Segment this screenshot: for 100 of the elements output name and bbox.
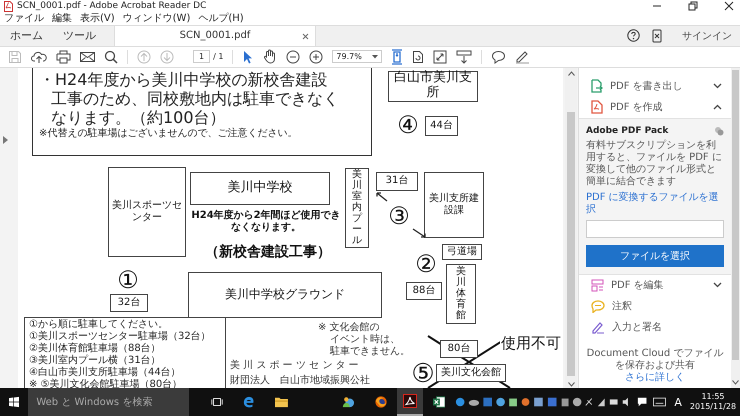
search-field[interactable]: Web と Windows を検索 (28, 388, 189, 416)
comment-icon[interactable] (491, 50, 506, 64)
windows-logo-icon[interactable] (9, 396, 20, 408)
menu-item[interactable]: 表示(V) (80, 12, 115, 25)
tool-item[interactable]: 注釈 (579, 296, 731, 317)
menu-item[interactable]: 編集 (52, 12, 72, 25)
layout-icon (591, 278, 604, 292)
notice-line: なります。（約100台） (50, 108, 227, 127)
learn-more-link[interactable]: さらに詳しく (625, 372, 685, 384)
fit-page-icon[interactable] (391, 48, 404, 65)
organizer-text: 美 川 ス ポ ー ツ セ ン タ ー (230, 358, 360, 373)
page-total: / 1 (213, 52, 224, 62)
caret-up-icon[interactable] (568, 70, 574, 76)
arrow-icon (412, 228, 426, 238)
notification-icon[interactable] (637, 396, 648, 408)
select-file-button[interactable]: ファイルを選択 (586, 244, 724, 267)
event-note-line: ※ 文化会館の (318, 322, 381, 334)
map-label: 弓道場 (442, 244, 482, 260)
map-text: （新校舎建設工事） (204, 242, 332, 262)
folder-icon[interactable] (274, 396, 288, 408)
help-icon[interactable] (627, 29, 640, 42)
export-file-icon (591, 79, 603, 94)
event-note-line: 駐車できません。 (328, 346, 410, 358)
map-label: 44台 (425, 116, 458, 136)
page-number-field[interactable]: 1 (193, 50, 210, 64)
search-icon[interactable] (104, 50, 118, 64)
map-label: 白山市美川支所 (388, 70, 478, 102)
people-globe-icon[interactable] (342, 395, 355, 409)
organizer-text: 財団法人 白山市地域振興公社 (230, 374, 370, 388)
file-input-field[interactable] (586, 220, 724, 238)
zoom-out-icon[interactable] (286, 50, 300, 64)
file-select-link[interactable]: PDF に変換するファイルを選択 (586, 192, 724, 216)
caret-down-icon[interactable] (732, 380, 739, 385)
restore-icon[interactable] (688, 1, 698, 12)
menu-item[interactable]: ウィンドウ(W) (122, 12, 190, 25)
menu-item[interactable]: ヘルプ(H) (198, 12, 244, 25)
tool-item[interactable]: PDF を作成 (579, 96, 731, 118)
pin-icon[interactable] (714, 126, 724, 136)
clock-time[interactable]: 11:55 (701, 392, 724, 402)
notice-line: ・H24年度から美川中学校の新校舎建設 (39, 70, 328, 89)
full-screen-icon[interactable] (433, 50, 448, 64)
collapse-arrow-icon[interactable] (3, 136, 8, 144)
legend-item: ②美川体育館駐車場（88台） (29, 342, 162, 354)
legend-item: ①美川スポーツセンター駐車場（32台） (29, 330, 212, 342)
legend-text: ①から順に駐車してください。 (29, 318, 169, 330)
tool-item[interactable]: PDF を編集 (579, 274, 731, 296)
event-note-line: イベント時は、 (329, 334, 401, 346)
map-label: 美川支所建設課 (424, 172, 484, 238)
firefox-icon[interactable] (374, 395, 387, 409)
map-label: 美川文化会館 (436, 364, 506, 382)
section-title: Adobe PDF Pack (586, 126, 668, 136)
parking-number: ④ (396, 110, 420, 140)
pointer-icon[interactable] (242, 50, 254, 64)
scrollbar[interactable] (731, 68, 740, 388)
input-mode-indicator[interactable]: A (674, 396, 682, 408)
acrobat-icon[interactable] (402, 394, 417, 408)
print-icon[interactable] (56, 50, 71, 64)
tool-item[interactable]: PDF を書き出し (579, 76, 731, 97)
tool-item[interactable]: 入力と署名 (579, 316, 731, 338)
window-title: SCN_0001.pdf - Adobe Acrobat Reader DC (17, 1, 206, 12)
create-file-icon (591, 100, 603, 114)
spreadsheet-icon[interactable] (432, 395, 445, 409)
cloud-upload-icon[interactable] (31, 50, 47, 64)
zoom-in-icon[interactable] (309, 50, 324, 64)
caret-icon (372, 54, 378, 59)
pen-icon[interactable] (515, 49, 530, 64)
parking-number: ③ (387, 200, 411, 231)
map-label: 80台 (440, 340, 478, 358)
notice-line: 工事のため、同校敷地内は駐車できなく (50, 88, 340, 108)
parking-number: ① (116, 266, 140, 294)
speech-bubble-icon (591, 300, 605, 313)
browser-e-icon[interactable] (242, 395, 255, 409)
close-icon[interactable] (724, 1, 734, 12)
task-view-icon[interactable] (210, 397, 223, 407)
mail-icon[interactable] (80, 50, 95, 63)
sign-in-button[interactable]: サインイン (674, 26, 740, 46)
map-label: 美川体育館 (446, 264, 476, 324)
map-label: 美川中学校グラウンド (188, 272, 382, 318)
tab[interactable]: ホーム (0, 26, 53, 46)
map-label: 美川室内プール (345, 168, 369, 248)
tab[interactable]: SCN_0001.pdf (114, 26, 316, 46)
parking-number: ② (414, 250, 438, 278)
description-text: 有料サブスクリプションを利用すると、ファイルを PDF に変換して他のファイル形式と簡単に結合できます (586, 140, 723, 188)
scroll-mode-icon[interactable] (456, 50, 472, 64)
page-rotate-icon[interactable] (412, 50, 424, 64)
hand-icon[interactable] (263, 49, 278, 64)
footer-text: Document Cloud でファイルを保存および共有 (586, 348, 724, 372)
keyboard-icon[interactable] (653, 397, 666, 407)
legend-item: ③美川室内プール横（31台） (29, 354, 162, 366)
menu-item[interactable]: ファイル (4, 12, 44, 25)
scrollbar-thumb[interactable] (567, 112, 575, 376)
clock-date[interactable]: 2015/11/28 (690, 402, 736, 412)
scrollbar-thumb[interactable] (732, 70, 739, 360)
legend-item: ④白山市美川支所駐車場（44台） (29, 366, 182, 378)
caret-down-icon[interactable] (568, 382, 574, 387)
parking-number: ⑤ (410, 360, 436, 388)
zoom-dropdown[interactable]: 79.7% (332, 50, 382, 64)
map-label: 美川中学校 (190, 172, 330, 205)
mobile-device-icon[interactable] (652, 28, 662, 43)
tab[interactable]: ツール (53, 26, 106, 46)
